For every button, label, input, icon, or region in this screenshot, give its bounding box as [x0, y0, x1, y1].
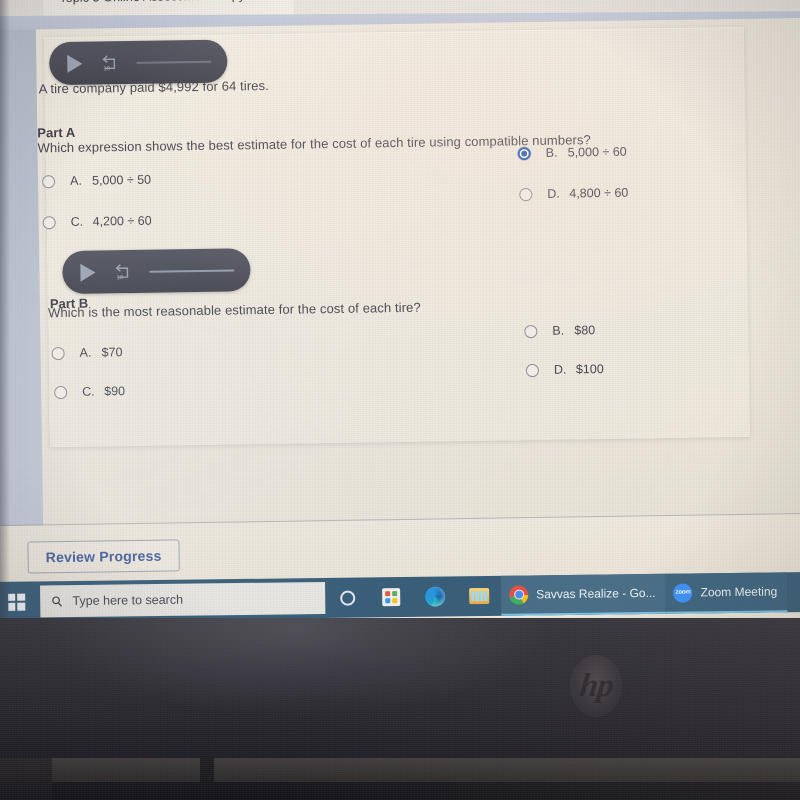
bezel-shadow-left	[0, 758, 52, 800]
part-a-option-d[interactable]: D. 4,800 ÷ 60	[519, 186, 628, 202]
search-placeholder: Type here to search	[72, 592, 184, 609]
svg-text:10: 10	[116, 275, 123, 281]
audio-player-part-b[interactable]: 10	[62, 248, 251, 295]
part-b-option-a[interactable]: A. $70	[51, 345, 123, 360]
option-text: $80	[574, 323, 596, 338]
taskbar-search-box[interactable]: ⚲ Type here to search	[40, 581, 326, 618]
replay-10-icon[interactable]: 10	[100, 53, 122, 73]
part-b-option-d[interactable]: D. $100	[525, 362, 604, 377]
cortana-button[interactable]	[325, 577, 369, 618]
cortana-icon	[339, 590, 355, 606]
part-a-option-b[interactable]: B. 5,000 ÷ 60	[517, 144, 627, 161]
edge-button[interactable]	[413, 576, 457, 617]
audio-progress-track[interactable]	[149, 268, 235, 273]
option-letter: D.	[553, 362, 567, 377]
option-text: 5,000 ÷ 50	[91, 172, 152, 188]
radio-button[interactable]	[51, 346, 65, 360]
windows-logo-icon	[7, 593, 25, 611]
replay-10-icon[interactable]: 10	[113, 261, 135, 281]
taskbar-pinned-icons	[325, 576, 501, 618]
option-letter: C.	[70, 214, 84, 229]
chrome-icon	[509, 584, 529, 605]
left-nav-rail[interactable]	[0, 29, 44, 531]
radio-button[interactable]	[42, 215, 56, 229]
option-letter: A.	[69, 173, 82, 188]
option-letter: B.	[552, 323, 565, 338]
desk-surface	[0, 758, 800, 782]
option-letter: A.	[79, 345, 92, 360]
part-a-option-a[interactable]: A. 5,000 ÷ 50	[41, 172, 152, 189]
microsoft-store-button[interactable]	[369, 577, 413, 618]
computer-screen: Topic 5 Online Assessment Copy 2 10 A ti…	[0, 0, 800, 641]
radio-button[interactable]	[524, 324, 538, 338]
part-b-option-c[interactable]: C. $90	[54, 384, 125, 399]
play-icon[interactable]	[80, 263, 96, 282]
svg-text:10: 10	[103, 66, 110, 72]
radio-button-selected[interactable]	[517, 146, 531, 160]
file-explorer-button[interactable]	[457, 576, 501, 617]
option-text: $90	[104, 384, 126, 399]
taskbar-task-label: Zoom Meeting	[700, 584, 778, 600]
foreground-dark-edge	[0, 782, 800, 800]
radio-button[interactable]	[54, 385, 68, 399]
edge-icon	[425, 586, 446, 607]
start-button[interactable]	[0, 581, 38, 622]
option-text: 4,200 ÷ 60	[92, 213, 152, 229]
search-icon: ⚲	[47, 591, 67, 611]
radio-button[interactable]	[519, 187, 533, 201]
option-text: 4,800 ÷ 60	[569, 185, 629, 201]
photo-of-monitor: Topic 5 Online Assessment Copy 2 10 A ti…	[0, 0, 800, 800]
option-text: 5,000 ÷ 60	[567, 144, 627, 160]
hp-logo-text: hp	[577, 667, 615, 704]
part-b-option-b[interactable]: B. $80	[524, 323, 595, 338]
option-letter: B.	[545, 145, 558, 160]
audio-progress-track[interactable]	[136, 60, 212, 64]
zoom-icon: zoom	[673, 582, 693, 603]
taskbar-task-label: Savvas Realize - Go...	[536, 585, 656, 602]
option-letter: C.	[82, 384, 95, 399]
file-explorer-icon	[469, 587, 490, 605]
option-text: $100	[575, 362, 604, 377]
review-progress-button[interactable]: Review Progress	[27, 539, 180, 574]
radio-button[interactable]	[41, 174, 56, 188]
microsoft-store-icon	[382, 588, 401, 607]
radio-button[interactable]	[525, 363, 540, 377]
option-text: $70	[101, 345, 123, 360]
option-letter: D.	[547, 186, 560, 201]
part-a-label: Part A	[37, 124, 76, 141]
play-icon[interactable]	[67, 54, 83, 73]
hp-logo: hp	[570, 655, 622, 717]
bezel-shadow-mid	[200, 756, 214, 800]
part-a-option-c[interactable]: C. 4,200 ÷ 60	[42, 213, 152, 230]
taskbar-task-chrome[interactable]: Savvas Realize - Go...	[500, 573, 666, 616]
taskbar-task-zoom[interactable]: zoom Zoom Meeting	[665, 572, 788, 614]
